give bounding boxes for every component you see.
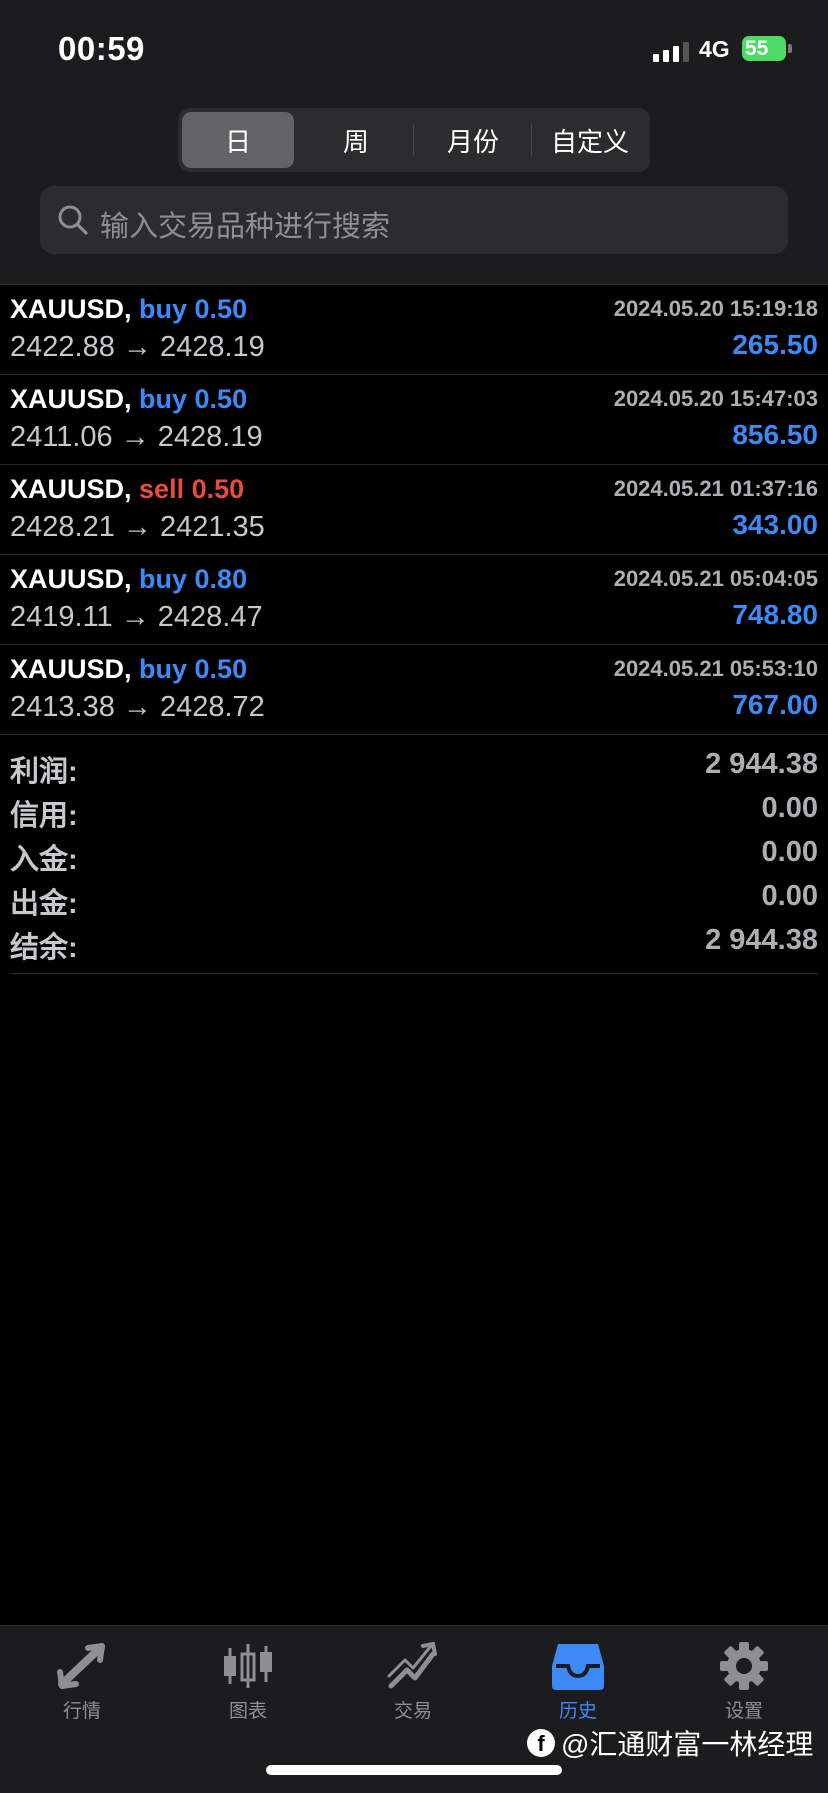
summary-label: 入金:	[10, 844, 78, 876]
tab-month[interactable]: 月份	[417, 112, 529, 168]
trade-symbol-line: XAUUSD, sell 0.50	[10, 474, 244, 505]
summary-row-deposit: 入金: 0.00	[10, 832, 818, 876]
trade-history-list: XAUUSD, buy 0.50 2422.88 → 2428.19 2024.…	[0, 285, 828, 735]
tab-trade[interactable]: 交易	[353, 1640, 473, 1740]
tab-label: 历史	[558, 1701, 597, 1722]
search-bar[interactable]: 输入交易品种进行搜索	[40, 186, 788, 254]
battery-tip	[788, 44, 792, 53]
gear-icon	[720, 1642, 768, 1690]
tab-custom[interactable]: 自定义	[534, 112, 646, 168]
trade-symbol: XAUUSD,	[10, 474, 132, 504]
summary-label: 结余:	[10, 932, 78, 964]
trade-datetime: 2024.05.21 01:37:16	[613, 476, 818, 501]
trade-row[interactable]: XAUUSD, sell 0.50 2428.21 → 2421.35 2024…	[0, 465, 828, 555]
summary-divider	[10, 973, 818, 974]
trade-datetime: 2024.05.21 05:04:05	[613, 566, 818, 591]
watermark: f @汇通财富一林经理	[527, 1723, 813, 1763]
trade-symbol: XAUUSD,	[10, 294, 132, 324]
summary-label: 出金:	[10, 888, 78, 920]
summary-row-profit: 利润: 2 944.38	[10, 744, 818, 788]
trade-side: buy 0.50	[139, 384, 248, 414]
trade-symbol-line: XAUUSD, buy 0.50	[10, 654, 247, 685]
summary-row-credit: 信用: 0.00	[10, 788, 818, 832]
trade-prices: 2419.11 → 2428.47	[10, 601, 263, 633]
home-indicator[interactable]	[266, 1765, 562, 1775]
trade-symbol-line: XAUUSD, buy 0.50	[10, 294, 247, 325]
trade-row[interactable]: XAUUSD, buy 0.50 2413.38 → 2428.72 2024.…	[0, 645, 828, 735]
trade-datetime: 2024.05.20 15:19:18	[613, 296, 818, 321]
segment-divider	[413, 124, 414, 156]
candlestick-chart-icon	[224, 1644, 272, 1688]
trade-row[interactable]: XAUUSD, buy 0.80 2419.11 → 2428.47 2024.…	[0, 555, 828, 645]
trade-datetime: 2024.05.21 05:53:10	[613, 656, 818, 681]
trade-side: buy 0.80	[139, 564, 248, 594]
tab-quotes[interactable]: 行情	[22, 1640, 142, 1740]
trade-profit: 343.00	[732, 509, 818, 540]
summary-value: 2 944.38	[705, 748, 818, 780]
trade-row[interactable]: XAUUSD, buy 0.50 2411.06 → 2428.19 2024.…	[0, 375, 828, 465]
trade-trend-icon	[387, 1641, 437, 1689]
trade-symbol: XAUUSD,	[10, 384, 132, 414]
summary-label: 利润:	[10, 756, 78, 788]
period-segmented-control: 日 周 月份 自定义	[178, 108, 650, 172]
trade-symbol: XAUUSD,	[10, 654, 132, 684]
tab-label: 设置	[724, 1701, 763, 1722]
status-time: 00:59	[58, 30, 145, 67]
history-inbox-icon	[552, 1644, 604, 1690]
trade-profit: 748.80	[732, 599, 818, 630]
trade-profit: 856.50	[732, 419, 818, 450]
trade-symbol-line: XAUUSD, buy 0.50	[10, 384, 247, 415]
trade-side: buy 0.50	[139, 654, 248, 684]
watermark-text: @汇通财富一林经理	[561, 1729, 814, 1760]
quotes-arrows-icon	[57, 1643, 105, 1689]
trade-prices: 2422.88 → 2428.19	[10, 331, 265, 363]
trade-side: sell 0.50	[139, 474, 245, 504]
battery-level: 55	[745, 37, 769, 60]
search-input[interactable]: 输入交易品种进行搜索	[100, 203, 390, 245]
signal-icon	[653, 40, 689, 62]
summary-row-withdrawal: 出金: 0.00	[10, 876, 818, 920]
summary-label: 信用:	[10, 800, 78, 832]
summary-row-balance: 结余: 2 944.38	[10, 920, 818, 964]
summary-value: 0.00	[761, 836, 818, 868]
segment-divider	[531, 124, 532, 156]
network-type: 4G	[699, 36, 730, 62]
account-summary: 利润: 2 944.38 信用: 0.00 入金: 0.00 出金: 0.00 …	[10, 744, 818, 964]
tab-label: 图表	[228, 1701, 267, 1722]
trade-row[interactable]: XAUUSD, buy 0.50 2422.88 → 2428.19 2024.…	[0, 285, 828, 375]
trade-symbol-line: XAUUSD, buy 0.80	[10, 564, 247, 595]
trade-prices: 2411.06 → 2428.19	[10, 421, 263, 453]
trade-prices: 2413.38 → 2428.72	[10, 691, 265, 723]
trade-profit: 767.00	[732, 689, 818, 720]
facebook-logo-icon: f	[527, 1729, 555, 1757]
trade-datetime: 2024.05.20 15:47:03	[613, 386, 818, 411]
tab-label: 行情	[62, 1701, 101, 1722]
tab-label: 交易	[393, 1701, 432, 1722]
tab-day[interactable]: 日	[182, 112, 294, 168]
battery-icon: 55	[742, 36, 786, 61]
tab-week[interactable]: 周	[300, 112, 412, 168]
summary-value: 2 944.38	[705, 924, 818, 956]
summary-value: 0.00	[761, 880, 818, 912]
summary-value: 0.00	[761, 792, 818, 824]
trade-profit: 265.50	[732, 329, 818, 360]
tab-charts[interactable]: 图表	[188, 1640, 308, 1740]
trade-prices: 2428.21 → 2421.35	[10, 511, 265, 543]
trade-symbol: XAUUSD,	[10, 564, 132, 594]
trade-side: buy 0.50	[139, 294, 248, 324]
search-icon	[58, 205, 88, 235]
